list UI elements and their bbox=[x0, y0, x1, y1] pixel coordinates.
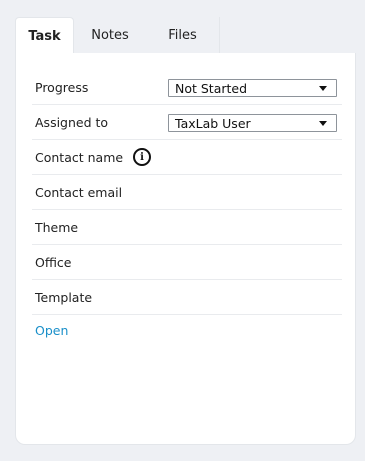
progress-value: Not Started bbox=[175, 80, 248, 96]
chevron-down-icon bbox=[319, 120, 327, 126]
theme-label: Theme bbox=[35, 219, 79, 235]
office-row: Office bbox=[32, 245, 342, 280]
info-icon[interactable]: i bbox=[133, 148, 152, 166]
contact-email-label: Contact email bbox=[35, 184, 123, 200]
tab-task[interactable]: Task bbox=[15, 17, 74, 54]
task-panel: Progress Not Started Assigned to TaxLab … bbox=[15, 53, 356, 445]
assigned-to-select[interactable]: TaxLab User bbox=[168, 114, 337, 132]
chevron-down-icon bbox=[319, 85, 327, 91]
template-label: Template bbox=[35, 289, 93, 305]
assigned-to-row: Assigned to TaxLab User bbox=[32, 105, 342, 140]
progress-row: Progress Not Started bbox=[32, 70, 342, 105]
assigned-to-label: Assigned to bbox=[35, 114, 109, 130]
progress-label: Progress bbox=[35, 79, 89, 95]
contact-name-row: Contact name i bbox=[32, 140, 342, 175]
tab-notes[interactable]: Notes bbox=[74, 17, 146, 54]
assigned-to-value: TaxLab User bbox=[175, 115, 251, 131]
tab-files[interactable]: Files bbox=[146, 17, 220, 54]
tab-bar: Task Notes Files bbox=[15, 17, 220, 54]
progress-select[interactable]: Not Started bbox=[168, 79, 337, 97]
template-row: Template bbox=[32, 280, 342, 315]
theme-row: Theme bbox=[32, 210, 342, 245]
office-label: Office bbox=[35, 254, 72, 270]
contact-email-row: Contact email bbox=[32, 175, 342, 210]
open-link[interactable]: Open bbox=[35, 323, 68, 338]
contact-name-label: Contact name bbox=[35, 149, 124, 165]
